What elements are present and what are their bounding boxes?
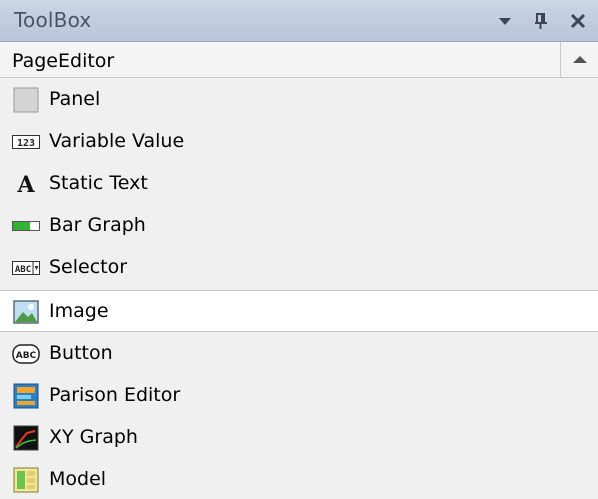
variable-value-icon: 123 (12, 129, 40, 155)
item-label: XY Graph (49, 426, 138, 448)
toolbox-item-bar-graph[interactable]: Bar Graph (0, 205, 598, 247)
selector-icon: ABC (12, 255, 40, 281)
toolbox-item-list: Panel 123 Variable Value A Static Text B… (0, 79, 598, 499)
svg-text:123: 123 (17, 138, 35, 149)
static-text-icon: A (12, 171, 40, 197)
toolbox-item-image[interactable]: Image (0, 290, 598, 332)
toolbox-item-button[interactable]: ABC Button (0, 333, 598, 375)
image-icon (12, 299, 40, 325)
item-label: Variable Value (49, 130, 185, 152)
xy-graph-icon (12, 425, 40, 451)
item-label: Panel (49, 88, 101, 110)
toolbox-item-static-text[interactable]: A Static Text (0, 163, 598, 205)
toolbox-window: ToolBox PageEditor Panel 123 Variable Va… (0, 0, 598, 499)
bar-graph-icon (12, 213, 40, 239)
item-label: Bar Graph (49, 214, 146, 236)
title-bar[interactable]: ToolBox (0, 0, 598, 42)
button-icon: ABC (12, 341, 40, 367)
item-label: Parison Editor (49, 384, 181, 406)
svg-text:ABC: ABC (16, 351, 37, 361)
window-title: ToolBox (14, 8, 92, 32)
panel-icon (12, 87, 40, 113)
toolbox-item-selector[interactable]: ABC Selector (0, 247, 598, 289)
model-icon (12, 467, 40, 493)
svg-text:A: A (16, 172, 35, 197)
category-collapse-button[interactable] (560, 42, 598, 77)
pin-button[interactable] (528, 8, 554, 34)
toolbox-item-model[interactable]: Model (0, 459, 598, 499)
category-header[interactable]: PageEditor (0, 42, 598, 78)
toolbox-item-panel[interactable]: Panel (0, 79, 598, 121)
item-label: Model (49, 468, 107, 490)
collapse-up-icon (572, 55, 587, 63)
close-button[interactable] (565, 8, 591, 34)
chevron-down-icon (499, 18, 511, 25)
item-label: Static Text (49, 172, 148, 194)
dropdown-button[interactable] (492, 8, 518, 34)
item-label: Image (49, 300, 109, 322)
svg-text:ABC: ABC (15, 265, 31, 275)
close-icon (570, 13, 586, 29)
item-label: Selector (49, 256, 128, 278)
pin-icon (535, 13, 547, 29)
toolbox-item-variable-value[interactable]: 123 Variable Value (0, 121, 598, 163)
toolbox-item-parison-editor[interactable]: Parison Editor (0, 375, 598, 417)
category-label: PageEditor (12, 50, 115, 72)
parison-editor-icon (12, 383, 40, 409)
item-label: Button (49, 342, 113, 364)
toolbox-item-xy-graph[interactable]: XY Graph (0, 417, 598, 459)
